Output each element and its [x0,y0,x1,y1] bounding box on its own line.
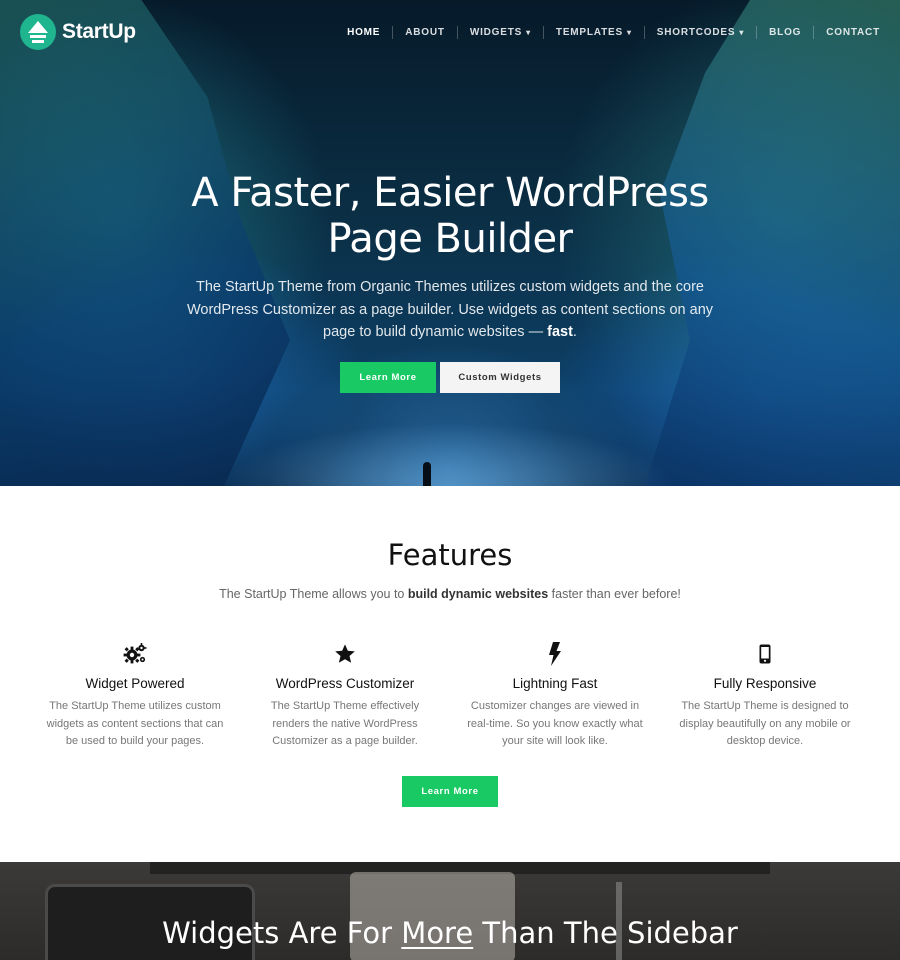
features-list: Widget Powered The StartUp Theme utilize… [30,642,870,751]
feature-title: WordPress Customizer [275,676,415,691]
main-navigation: HOME ABOUT WIDGETS ▾ TEMPLATES ▾ SHORTCODE… [335,26,880,39]
nav-item-contact[interactable]: CONTACT [813,26,880,39]
chevron-down-icon: ▾ [739,28,745,37]
site-logo[interactable]: StartUp [20,14,136,50]
hero-background-figure [423,462,431,486]
chevron-down-icon: ▾ [526,28,531,37]
lightning-icon [450,642,660,666]
feature-text: Customizer changes are viewed in real-ti… [467,700,643,747]
hero-buttons: Learn More Custom Widgets [0,362,900,393]
learn-more-button[interactable]: Learn More [340,362,436,393]
logo-icon [20,14,56,50]
features-title: Features [387,538,513,572]
nav-item-widgets[interactable]: WIDGETS ▾ [456,26,543,39]
features-learn-more-button[interactable]: Learn More [402,776,498,807]
feature-item: Lightning Fast Customizer changes are vi… [450,642,660,751]
nav-item-shortcodes[interactable]: SHORTCODES ▾ [643,26,756,39]
nav-item-about[interactable]: ABOUT [392,26,457,39]
mobile-icon [660,642,870,666]
feature-item: Widget Powered The StartUp Theme utilize… [30,642,240,751]
feature-text: The StartUp Theme effectively renders th… [270,700,420,747]
hero-title: A Faster, Easier WordPress Page Builder [191,170,709,262]
hero-subtitle: The StartUp Theme from Organic Themes ut… [186,279,714,340]
feature-item: WordPress Customizer The StartUp Theme e… [240,642,450,751]
banner-title: Widgets Are For More Than The Sidebar [162,916,738,950]
features-subtitle: The StartUp Theme allows you to build dy… [219,587,681,601]
feature-title: Lightning Fast [512,676,598,691]
custom-widgets-button[interactable]: Custom Widgets [440,362,560,393]
site-header: StartUp HOME ABOUT WIDGETS ▾ TEMPLATES ▾ S… [0,0,900,64]
feature-title: Widget Powered [85,676,185,691]
chevron-down-icon: ▾ [626,28,632,37]
widgets-banner: Widgets Are For More Than The Sidebar [0,862,900,960]
nav-item-templates[interactable]: TEMPLATES ▾ [542,26,644,39]
feature-text: The StartUp Theme utilizes custom widget… [46,700,224,747]
feature-title: Fully Responsive [713,676,817,691]
feature-text: The StartUp Theme is designed to display… [679,700,851,747]
feature-item: Fully Responsive The StartUp Theme is de… [660,642,870,751]
nav-item-home[interactable]: HOME [335,26,392,39]
gears-icon [30,642,240,666]
star-icon [240,642,450,666]
logo-text: StartUp [62,20,136,43]
nav-item-blog[interactable]: BLOG [756,26,813,39]
